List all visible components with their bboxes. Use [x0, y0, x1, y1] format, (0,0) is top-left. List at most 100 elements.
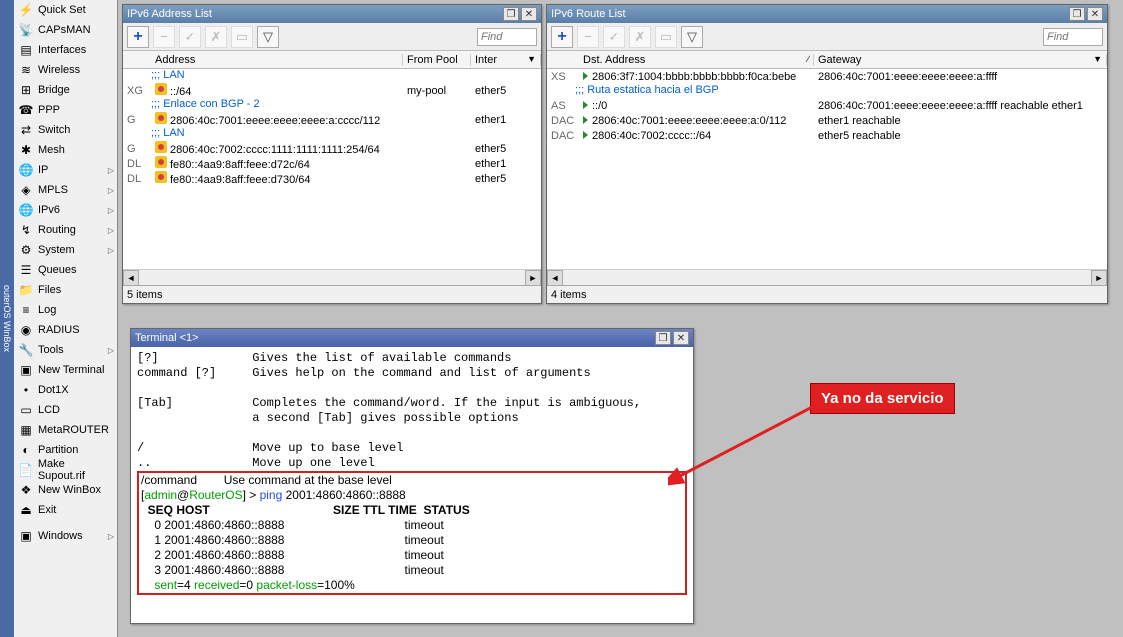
- sidebar-item-windows[interactable]: ▣Windows▷: [14, 526, 118, 546]
- sidebar-item-partition[interactable]: ◐Partition: [14, 440, 118, 460]
- sidebar-item-mesh[interactable]: ✱Mesh: [14, 140, 118, 160]
- menu-icon: ⇄: [18, 122, 34, 138]
- route-table-body[interactable]: XS2806:3f7:1004:bbbb:bbbb:bbbb:f0ca:bebe…: [547, 69, 1107, 269]
- menu-icon: ◈: [18, 182, 34, 198]
- sidebar-item-queues[interactable]: ☰Queues: [14, 260, 118, 280]
- restore-button[interactable]: ❐: [655, 331, 671, 345]
- remove-button[interactable]: −: [577, 26, 599, 48]
- sidebar-item-dot1x[interactable]: •Dot1X: [14, 380, 118, 400]
- menu-label: MPLS: [38, 184, 68, 196]
- filter-button[interactable]: ▽: [681, 26, 703, 48]
- menu-label: PPP: [38, 104, 60, 116]
- menu-icon: ❖: [18, 482, 34, 498]
- window-title: IPv6 Route List: [551, 8, 1067, 20]
- menu-label: Wireless: [38, 64, 80, 76]
- menu-icon: 📡: [18, 22, 34, 38]
- ipv6-address-window: IPv6 Address List ❐ ✕ + − ✓ ✗ ▭ ▽ Addres…: [122, 4, 542, 304]
- close-button[interactable]: ✕: [521, 7, 537, 21]
- sidebar-item-routing[interactable]: ↯Routing▷: [14, 220, 118, 240]
- menu-icon: 🔧: [18, 342, 34, 358]
- sidebar-item-ip[interactable]: 🌐IP▷: [14, 160, 118, 180]
- sidebar-item-exit[interactable]: ⏏Exit: [14, 500, 118, 520]
- flag-cell: G: [123, 114, 151, 126]
- flag-cell: XS: [547, 71, 579, 83]
- route-row[interactable]: DAC2806:40c:7002:cccc::/64ether5 reachab…: [547, 128, 1107, 143]
- menu-icon: ☰: [18, 262, 34, 278]
- address-row[interactable]: DLfe80::4aa9:8aff:feee:d730/64ether5: [123, 171, 541, 186]
- route-row[interactable]: AS::/02806:40c:7001:eeee:eeee:eeee:a:fff…: [547, 98, 1107, 113]
- sidebar-item-files[interactable]: 📁Files: [14, 280, 118, 300]
- disable-button[interactable]: ✗: [205, 26, 227, 48]
- app-title-vertical: outerOS WinBox: [0, 0, 14, 637]
- col-interface[interactable]: Inter▼: [471, 54, 541, 66]
- close-button[interactable]: ✕: [673, 331, 689, 345]
- sidebar-item-ipv6[interactable]: 🌐IPv6▷: [14, 200, 118, 220]
- sidebar-item-interfaces[interactable]: ▤Interfaces: [14, 40, 118, 60]
- menu-label: Make Supout.rif: [38, 458, 114, 482]
- comment-button[interactable]: ▭: [231, 26, 253, 48]
- sidebar-item-lcd[interactable]: ▭LCD: [14, 400, 118, 420]
- address-row[interactable]: DLfe80::4aa9:8aff:feee:d72c/64ether1: [123, 156, 541, 171]
- close-button[interactable]: ✕: [1087, 7, 1103, 21]
- sidebar-item-quick-set[interactable]: ⚡Quick Set: [14, 0, 118, 20]
- flag-cell: DAC: [547, 115, 579, 127]
- titlebar[interactable]: Terminal <1> ❐ ✕: [131, 329, 693, 347]
- address-table-body[interactable]: ;;; LANXG::/64my-poolether5;;; Enlace co…: [123, 69, 541, 269]
- enable-button[interactable]: ✓: [179, 26, 201, 48]
- table-header: Dst. Address∕ Gateway▼: [547, 51, 1107, 69]
- address-row[interactable]: XG::/64my-poolether5: [123, 83, 541, 98]
- sidebar-item-capsman[interactable]: 📡CAPsMAN: [14, 20, 118, 40]
- route-row[interactable]: XS2806:3f7:1004:bbbb:bbbb:bbbb:f0ca:bebe…: [547, 69, 1107, 84]
- sidebar-item-system[interactable]: ⚙System▷: [14, 240, 118, 260]
- disable-button[interactable]: ✗: [629, 26, 651, 48]
- sidebar-item-radius[interactable]: ◉RADIUS: [14, 320, 118, 340]
- sidebar-item-new-terminal[interactable]: ▣New Terminal: [14, 360, 118, 380]
- interface-cell: ether5: [471, 143, 541, 155]
- route-row[interactable]: DAC2806:40c:7001:eeee:eeee:eeee:a:0/112e…: [547, 113, 1107, 128]
- sidebar-item-metarouter[interactable]: ▦MetaROUTER: [14, 420, 118, 440]
- address-row[interactable]: G2806:40c:7002:cccc:1111:1111:1111:254/6…: [123, 141, 541, 156]
- hscrollbar[interactable]: ◄►: [547, 269, 1107, 285]
- menu-label: Files: [38, 284, 61, 296]
- comment-button[interactable]: ▭: [655, 26, 677, 48]
- sidebar-item-mpls[interactable]: ◈MPLS▷: [14, 180, 118, 200]
- find-input[interactable]: [1043, 28, 1103, 46]
- menu-label: Mesh: [38, 144, 65, 156]
- address-row[interactable]: G2806:40c:7001:eeee:eeee:eeee:a:cccc/112…: [123, 112, 541, 127]
- col-address[interactable]: Address: [151, 54, 403, 66]
- sidebar-item-wireless[interactable]: ≋Wireless: [14, 60, 118, 80]
- sidebar-item-make-supout.rif[interactable]: 📄Make Supout.rif: [14, 460, 118, 480]
- sidebar-item-new-winbox[interactable]: ❖New WinBox: [14, 480, 118, 500]
- enable-button[interactable]: ✓: [603, 26, 625, 48]
- menu-icon: 🌐: [18, 162, 34, 178]
- sidebar-item-tools[interactable]: 🔧Tools▷: [14, 340, 118, 360]
- menu-label: IPv6: [38, 204, 60, 216]
- terminal-window: Terminal <1> ❐ ✕ [?] Gives the list of a…: [130, 328, 694, 624]
- add-button[interactable]: +: [551, 26, 573, 48]
- titlebar[interactable]: IPv6 Route List ❐ ✕: [547, 5, 1107, 23]
- submenu-arrow-icon: ▷: [108, 532, 114, 541]
- restore-button[interactable]: ❐: [503, 7, 519, 21]
- find-input[interactable]: [477, 28, 537, 46]
- titlebar[interactable]: IPv6 Address List ❐ ✕: [123, 5, 541, 23]
- sidebar-item-ppp[interactable]: ☎PPP: [14, 100, 118, 120]
- col-dst-address[interactable]: Dst. Address∕: [579, 54, 814, 66]
- comment-row: ;;; Ruta estatica hacia el BGP: [547, 84, 1107, 98]
- sidebar: outerOS WinBox ⚡Quick Set📡CAPsMAN▤Interf…: [0, 0, 118, 637]
- add-button[interactable]: +: [127, 26, 149, 48]
- sidebar-item-bridge[interactable]: ⊞Bridge: [14, 80, 118, 100]
- terminal-output[interactable]: [?] Gives the list of available commands…: [131, 347, 693, 623]
- address-icon: [155, 141, 167, 153]
- menu-icon: ▦: [18, 422, 34, 438]
- flag-cell: DAC: [547, 130, 579, 142]
- menu-list: ⚡Quick Set📡CAPsMAN▤Interfaces≋Wireless⊞B…: [14, 0, 118, 546]
- col-from-pool[interactable]: From Pool: [403, 54, 471, 66]
- dst-cell: ::/0: [579, 100, 814, 112]
- col-gateway[interactable]: Gateway▼: [814, 54, 1107, 66]
- filter-button[interactable]: ▽: [257, 26, 279, 48]
- sidebar-item-log[interactable]: ≡Log: [14, 300, 118, 320]
- restore-button[interactable]: ❐: [1069, 7, 1085, 21]
- remove-button[interactable]: −: [153, 26, 175, 48]
- hscrollbar[interactable]: ◄►: [123, 269, 541, 285]
- sidebar-item-switch[interactable]: ⇄Switch: [14, 120, 118, 140]
